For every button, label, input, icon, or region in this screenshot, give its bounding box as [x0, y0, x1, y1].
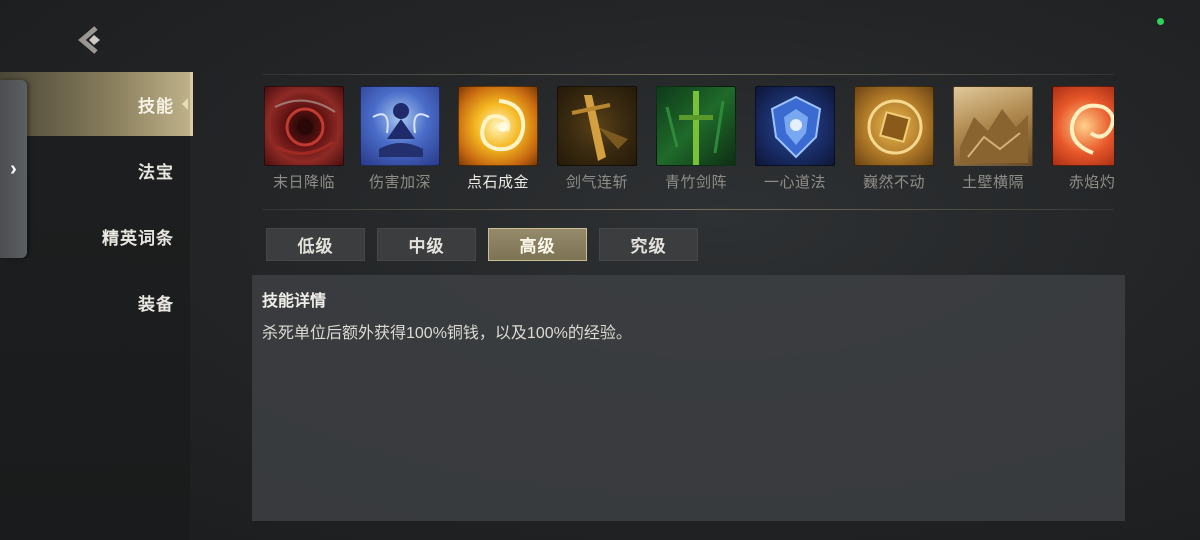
tab-elite-affixes[interactable]: 精英词条 — [0, 204, 190, 268]
crimson-vortex-icon — [264, 86, 344, 166]
tab-skills[interactable]: 技能 — [0, 72, 193, 136]
level-label: 低级 — [297, 237, 334, 256]
skill-name: 巍然不动 — [862, 174, 925, 191]
tab-artifacts[interactable]: 法宝 — [0, 138, 190, 202]
chevron-right-icon: › — [10, 157, 17, 180]
skill-item[interactable]: 赤焰灼 — [1052, 86, 1114, 196]
skill-name: 伤害加深 — [368, 174, 431, 191]
level-label: 究级 — [630, 237, 667, 256]
skill-name: 剑气连斩 — [565, 174, 628, 191]
skill-item[interactable]: 点石成金 — [458, 86, 540, 196]
back-button[interactable] — [74, 22, 110, 58]
bamboo-sword-icon — [656, 86, 736, 166]
skill-details-panel: 技能详情 杀死单位后额外获得100%铜钱，以及100%的经验。 — [252, 275, 1125, 521]
level-mid-button[interactable]: 中级 — [377, 228, 476, 261]
skill-item[interactable]: 青竹剑阵 — [656, 86, 738, 196]
tab-label: 装备 — [138, 294, 174, 314]
drawer-toggle-button[interactable]: › — [0, 80, 27, 258]
tab-label: 精英词条 — [102, 228, 174, 248]
skill-item[interactable]: 土壁横隔 — [953, 86, 1035, 196]
tab-label: 技能 — [138, 96, 174, 116]
level-label: 中级 — [408, 237, 445, 256]
skill-name: 青竹剑阵 — [664, 174, 727, 191]
skill-item[interactable]: 末日降临 — [264, 86, 346, 196]
level-low-button[interactable]: 低级 — [266, 228, 365, 261]
bronze-shield-icon — [854, 86, 934, 166]
skill-list: 末日降临 伤害加深 点石成金 剑气连斩 青竹剑阵 一心道法 巍然不动 土壁横隔 … — [262, 86, 1114, 196]
divider — [262, 209, 1114, 210]
divider — [262, 74, 1114, 75]
skill-name: 土壁横隔 — [961, 174, 1024, 191]
meditating-figure-icon — [360, 86, 440, 166]
skill-item[interactable]: 巍然不动 — [854, 86, 936, 196]
skill-item[interactable]: 剑气连斩 — [557, 86, 639, 196]
level-high-button[interactable]: 高级 — [488, 228, 587, 261]
skill-name: 一心道法 — [763, 174, 826, 191]
tab-equipment[interactable]: 装备 — [0, 270, 190, 334]
golden-swirl-icon — [458, 86, 538, 166]
selected-notch-icon — [182, 98, 188, 110]
status-indicator — [1157, 18, 1164, 25]
tab-label: 法宝 — [138, 162, 174, 182]
details-title: 技能详情 — [262, 293, 327, 310]
details-text: 杀死单位后额外获得100%铜钱，以及100%的经验。 — [262, 325, 632, 342]
skill-name: 点石成金 — [466, 174, 529, 191]
blue-shield-icon — [755, 86, 835, 166]
skill-item[interactable]: 一心道法 — [755, 86, 837, 196]
sidebar: 技能 法宝 精英词条 装备 — [0, 72, 193, 540]
level-label: 高级 — [519, 237, 556, 256]
fire-spiral-icon — [1052, 86, 1114, 166]
golden-sword-icon — [557, 86, 637, 166]
earth-wall-icon — [953, 86, 1033, 166]
back-chevron-icon — [78, 26, 100, 54]
skill-name: 末日降临 — [272, 174, 335, 191]
level-ultimate-button[interactable]: 究级 — [599, 228, 698, 261]
skill-item[interactable]: 伤害加深 — [360, 86, 442, 196]
skill-name: 赤焰灼 — [1068, 174, 1114, 191]
